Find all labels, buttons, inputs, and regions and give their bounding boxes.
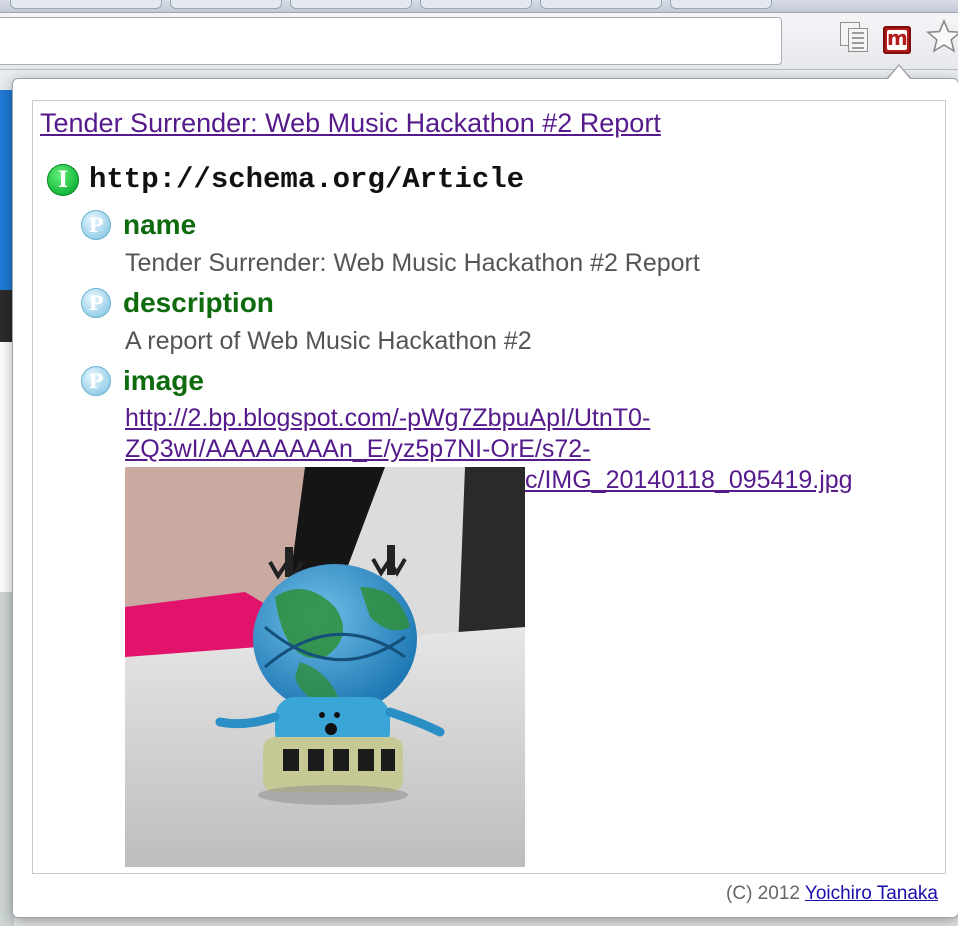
browser-tab[interactable] [10,0,162,9]
item-type-row: I http://schema.org/Article [47,163,524,196]
item-badge-icon: I [47,163,79,196]
property-value: A report of Web Music Hackathon #2 [125,327,532,355]
author-link[interactable]: Yoichiro Tanaka [805,883,938,904]
image-preview [125,467,525,867]
browser-tab[interactable] [540,0,662,9]
property-name: image [123,365,204,396]
microdata-extension-icon[interactable]: m [883,26,911,54]
page-title-link[interactable]: Tender Surrender: Web Music Hackathon #2… [40,108,661,139]
property-row-name: P name [81,209,196,241]
m-logo-icon: m [887,26,908,50]
microdata-popup: Tender Surrender: Web Music Hackathon #2… [12,78,958,918]
image-url-line: c/IMG_20140118_095419.jpg [525,466,853,494]
popup-arrow-inner [887,66,911,80]
address-bar[interactable] [0,17,782,65]
browser-tab[interactable] [170,0,282,9]
bookmark-star-icon[interactable] [926,18,958,54]
image-url-line: http://2.bp.blogspot.com/-pWg7ZbpuApI/Ut… [125,404,651,432]
item-type: http://schema.org/Article [89,163,525,196]
image-url-line: ZQ3wI/AAAAAAAAn_E/yz5p7NI-OrE/s72- [125,435,591,463]
property-row-image: P image [81,365,204,397]
browser-tab[interactable] [670,0,772,9]
property-badge-icon: P [81,288,111,318]
popup-content: Tender Surrender: Web Music Hackathon #2… [32,100,946,874]
browser-toolbar [0,13,958,70]
copyright-text: (C) 2012 [726,883,800,904]
browser-tab[interactable] [290,0,412,9]
property-name: description [123,287,274,318]
property-row-description: P description [81,287,274,319]
copy-extension-icon[interactable] [840,22,870,52]
tab-strip [0,0,958,13]
property-name: name [123,209,197,240]
browser-tab[interactable] [420,0,532,9]
property-badge-icon: P [81,366,111,396]
property-badge-icon: P [81,210,111,240]
property-value: Tender Surrender: Web Music Hackathon #2… [125,249,700,277]
popup-footer: (C) 2012 Yoichiro Tanaka [13,883,938,905]
page-icon [848,28,868,52]
